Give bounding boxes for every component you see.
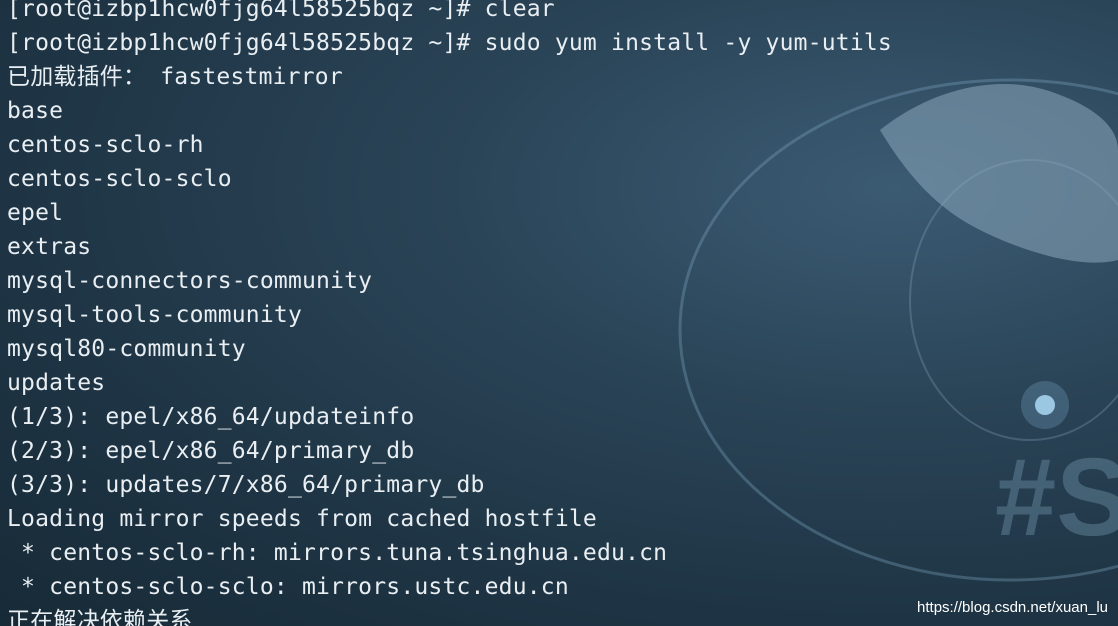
terminal-line: Loading mirror speeds from cached hostfi…: [7, 506, 597, 532]
terminal-line: centos-sclo-sclo: [7, 166, 232, 192]
terminal-line: (1/3): epel/x86_64/updateinfo: [7, 404, 415, 430]
terminal-line: mysql80-community: [7, 336, 246, 362]
terminal-line: epel: [7, 200, 64, 226]
terminal-line: 已加载插件： fastestmirror: [7, 64, 343, 90]
watermark-url: https://blog.csdn.net/xuan_lu: [917, 599, 1108, 616]
wallpaper-glow: [1035, 395, 1055, 415]
wallpaper-hash-s: #S: [995, 436, 1118, 559]
terminal-line: centos-sclo-rh: [7, 132, 204, 158]
terminal-line: mysql-tools-community: [7, 302, 302, 328]
terminal-line: 正在解决依赖关系: [7, 608, 193, 626]
terminal-output: [root@izbp1hcw0fjg64l58525bqz ~]# clear …: [7, 0, 892, 626]
terminal-line-command: [root@izbp1hcw0fjg64l58525bqz ~]# sudo y…: [7, 30, 892, 56]
terminal-line: extras: [7, 234, 92, 260]
wallpaper-arc-inner: [909, 159, 1118, 441]
terminal-line: [root@izbp1hcw0fjg64l58525bqz ~]# clear: [7, 0, 555, 22]
terminal-line: mysql-connectors-community: [7, 268, 373, 294]
terminal-window[interactable]: #S [root@izbp1hcw0fjg64l58525bqz ~]# cle…: [0, 0, 1118, 626]
terminal-line: updates: [7, 370, 106, 396]
terminal-line: (2/3): epel/x86_64/primary_db: [7, 438, 415, 464]
terminal-line: base: [7, 98, 64, 124]
terminal-line: (3/3): updates/7/x86_64/primary_db: [7, 472, 485, 498]
terminal-line: * centos-sclo-sclo: mirrors.ustc.edu.cn: [7, 574, 569, 600]
wallpaper-bird-icon: [880, 83, 1118, 263]
terminal-line: * centos-sclo-rh: mirrors.tuna.tsinghua.…: [7, 540, 668, 566]
